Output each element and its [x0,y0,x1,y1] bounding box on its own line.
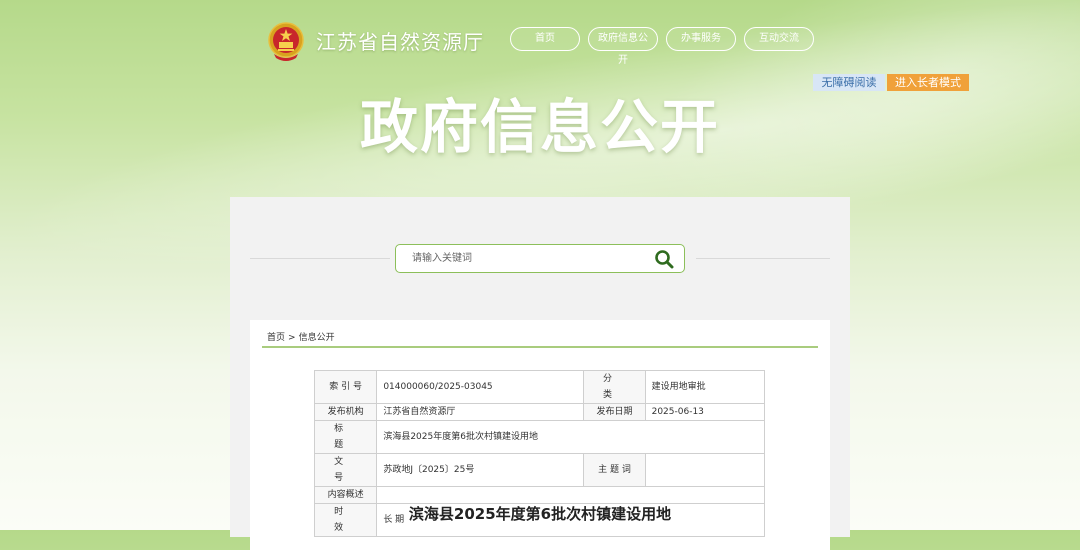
breadcrumb-separator: > [288,333,296,343]
breadcrumb-underline [262,346,818,348]
breadcrumb: 首页 > 信息公开 [267,330,335,343]
national-emblem-icon [268,22,304,61]
document-title: 滨海县2025年度第6批次村镇建设用地 [408,505,672,523]
content-area: 首页 > 信息公开 索 引 号 014000060/2025-03045 分 类 建… [250,320,830,550]
publish-date-label: 发布日期 [583,403,646,421]
summary-label: 内容概述 [313,486,378,504]
index-no-value: 014000060/2025-03045 [376,370,585,404]
table-row: 标 题 滨海县2025年度第6批次村镇建设用地 [313,420,765,454]
divider [696,258,830,259]
keywords-value [644,453,766,487]
table-row: 文 号 苏政地J〔2025〕25号 主 题 词 [313,453,766,487]
doc-no-label: 文 号 [313,453,378,487]
category-label: 分 类 [583,370,646,404]
publisher-label: 发布机构 [313,403,378,421]
table-row: 发布机构 江苏省自然资源厅 发布日期 2025-06-13 [313,403,766,421]
breadcrumb-info-public[interactable]: 信息公开 [299,333,335,343]
nav-interaction[interactable]: 互动交流 [744,27,814,51]
nav-services[interactable]: 办事服务 [666,27,736,51]
title-value: 滨海县2025年度第6批次村镇建设用地 [376,420,765,454]
search-input[interactable] [412,250,642,266]
breadcrumb-home[interactable]: 首页 [267,333,285,343]
divider [250,258,390,259]
table-row: 索 引 号 014000060/2025-03045 分 类 建设用地审批 [313,370,766,404]
main-nav: 首页 政府信息公开 办事服务 互动交流 [510,27,814,66]
search-icon[interactable] [654,249,674,269]
search-box [395,244,685,273]
category-value: 建设用地审批 [644,370,766,404]
doc-no-value: 苏政地J〔2025〕25号 [376,453,585,487]
title-label: 标 题 [313,420,378,454]
summary-value [376,486,765,504]
publish-date-value: 2025-06-13 [644,403,766,421]
publisher-value: 江苏省自然资源厅 [376,403,585,421]
main-panel: 首页>信息公开 索 引 号 014000060/2025-03045 分 类 建… [230,197,850,550]
site-title[interactable]: 江苏省自然资源厅 [316,26,484,55]
nav-home[interactable]: 首页 [510,27,580,51]
hero-title: 政府信息公开 [359,93,720,161]
keywords-label: 主 题 词 [583,453,646,487]
nav-gov-info[interactable]: 政府信息公开 [588,27,658,66]
index-no-label: 索 引 号 [313,370,378,404]
table-row: 内容概述 [313,486,765,504]
